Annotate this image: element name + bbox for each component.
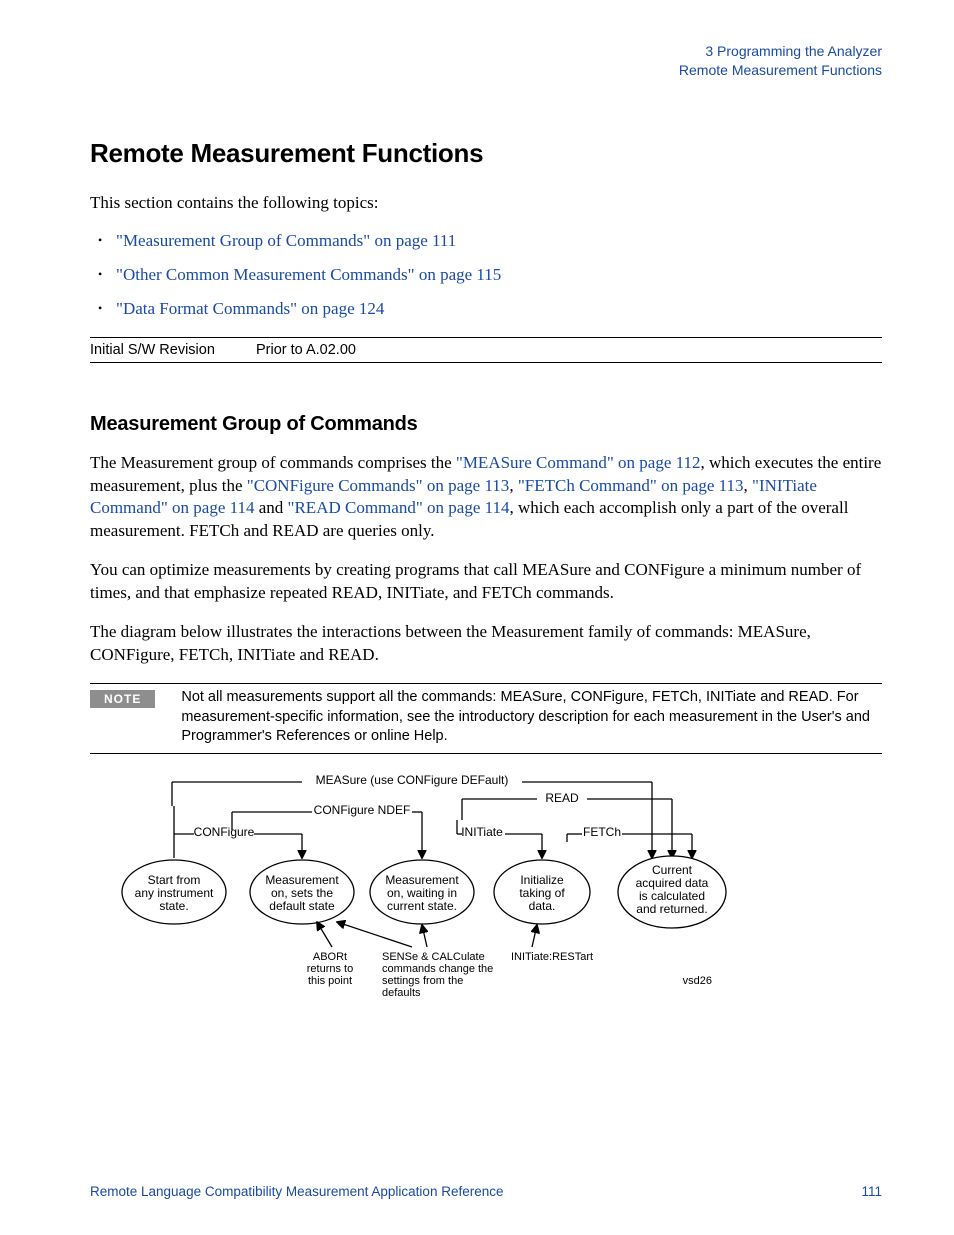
svg-text:FETCh: FETCh: [583, 825, 621, 839]
note-text: Not all measurements support all the com…: [181, 688, 882, 747]
page-footer: Remote Language Compatibility Measuremen…: [90, 1184, 882, 1199]
section-heading: Measurement Group of Commands: [90, 413, 882, 436]
svg-text:SENSe & CALCulate: SENSe & CALCulate: [382, 951, 485, 963]
svg-text:Initialize: Initialize: [520, 873, 564, 887]
svg-text:default state: default state: [269, 899, 335, 913]
svg-text:taking of: taking of: [519, 886, 565, 900]
link-configure[interactable]: "CONFigure Commands" on page 113: [247, 476, 510, 495]
svg-text:current state.: current state.: [387, 899, 457, 913]
svg-text:commands change the: commands change the: [382, 963, 493, 975]
svg-text:any instrument: any instrument: [135, 886, 214, 900]
header-chapter: 3 Programming the Analyzer: [90, 42, 882, 61]
intro-text: This section contains the following topi…: [90, 191, 882, 215]
paragraph: The Measurement group of commands compri…: [90, 452, 882, 544]
revision-table: Initial S/W Revision Prior to A.02.00: [90, 337, 882, 363]
toc-link[interactable]: "Other Common Measurement Commands" on p…: [116, 265, 501, 284]
svg-text:Start from: Start from: [148, 873, 201, 887]
svg-text:state.: state.: [159, 899, 188, 913]
svg-text:vsd26: vsd26: [683, 975, 712, 987]
svg-text:on, waiting in: on, waiting in: [387, 886, 457, 900]
svg-text:acquired data: acquired data: [636, 876, 709, 890]
svg-text:defaults: defaults: [382, 987, 421, 999]
link-measure[interactable]: "MEASure Command" on page 112: [456, 453, 701, 472]
svg-text:ABORt: ABORt: [313, 951, 347, 963]
paragraph: The diagram below illustrates the intera…: [90, 621, 882, 667]
page-header: 3 Programming the Analyzer Remote Measur…: [90, 42, 882, 80]
toc-item: "Other Common Measurement Commands" on p…: [114, 265, 882, 285]
svg-text:settings from the: settings from the: [382, 975, 463, 987]
toc-list: "Measurement Group of Commands" on page …: [90, 231, 882, 319]
svg-text:Measurement: Measurement: [265, 873, 339, 887]
svg-text:INITiate: INITiate: [461, 825, 503, 839]
svg-text:MEASure (use CONFigure DEFault: MEASure (use CONFigure DEFault): [316, 773, 509, 787]
footer-page-number: 111: [861, 1184, 882, 1199]
svg-text:CONFigure: CONFigure: [194, 825, 255, 839]
svg-text:Measurement: Measurement: [385, 873, 459, 887]
paragraph: You can optimize measurements by creatin…: [90, 559, 882, 605]
svg-text:this point: this point: [308, 975, 352, 987]
command-flow-diagram: MEASure (use CONFigure DEFault) READ CON…: [112, 772, 732, 1042]
svg-text:Current: Current: [652, 863, 693, 877]
revision-value: Prior to A.02.00: [256, 337, 882, 362]
svg-text:returns to: returns to: [307, 963, 353, 975]
toc-link[interactable]: "Data Format Commands" on page 124: [116, 299, 384, 318]
svg-text:is calculated: is calculated: [639, 889, 705, 903]
svg-text:and returned.: and returned.: [636, 902, 707, 916]
header-section: Remote Measurement Functions: [90, 61, 882, 80]
toc-item: "Data Format Commands" on page 124: [114, 299, 882, 319]
page-title: Remote Measurement Functions: [90, 138, 882, 169]
svg-text:data.: data.: [529, 899, 556, 913]
link-fetch[interactable]: "FETCh Command" on page 113: [518, 476, 744, 495]
svg-text:INITiate:RESTart: INITiate:RESTart: [511, 951, 593, 963]
toc-link[interactable]: "Measurement Group of Commands" on page …: [116, 231, 456, 250]
link-read[interactable]: "READ Command" on page 114: [288, 498, 510, 517]
revision-label: Initial S/W Revision: [90, 337, 256, 362]
svg-text:READ: READ: [545, 791, 579, 805]
svg-text:on, sets the: on, sets the: [271, 886, 333, 900]
footer-doc-title: Remote Language Compatibility Measuremen…: [90, 1184, 503, 1199]
note-block: NOTE Not all measurements support all th…: [90, 683, 882, 754]
svg-text:CONFigure NDEF: CONFigure NDEF: [314, 803, 411, 817]
note-badge: NOTE: [90, 690, 155, 708]
toc-item: "Measurement Group of Commands" on page …: [114, 231, 882, 251]
